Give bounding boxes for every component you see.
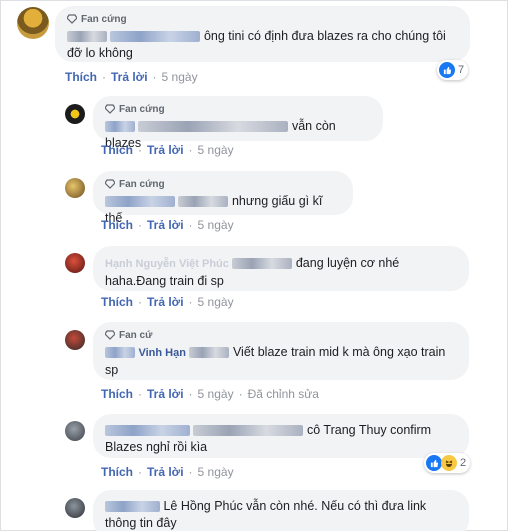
redacted-name [105, 347, 135, 359]
redacted-name [189, 347, 230, 359]
reply-link[interactable]: Trả lời [147, 143, 184, 157]
comment-bubble: Lê Hồng Phúc vẫn còn nhé. Nếu có thì đưa… [93, 490, 469, 531]
comment-actions: Thích · Trả lời · 5 ngày [101, 143, 234, 157]
badge-label: Fan cứ [119, 329, 153, 341]
avatar[interactable] [65, 178, 85, 198]
comment-text: haha.Đang train đi sp [105, 274, 224, 288]
redacted-name[interactable]: Hạnh Nguyễn Việt Phúc [105, 258, 229, 270]
diamond-icon [105, 104, 115, 114]
avatar[interactable] [65, 498, 85, 518]
redacted-name [105, 425, 190, 437]
timestamp[interactable]: 5 ngày [198, 387, 234, 401]
timestamp[interactable]: 5 ngày [198, 465, 234, 479]
diamond-icon [105, 330, 115, 340]
redacted-name [178, 196, 229, 208]
like-link[interactable]: Thích [101, 143, 133, 157]
timestamp[interactable]: 5 ngày [162, 70, 198, 84]
avatar[interactable] [65, 330, 85, 350]
comment-bubble: Hạnh Nguyễn Việt Phúc đang luyện cơ nhé … [93, 246, 469, 291]
comment-actions: Thích · Trả lời · 5 ngày · Đã chỉnh sửa [101, 387, 319, 401]
redacted-name [232, 258, 293, 270]
badge-label: Fan cứng [81, 13, 127, 25]
comment-text: đang luyện cơ nhé [295, 256, 400, 270]
comment-actions: Thích · Trả lời · 5 ngày [101, 218, 234, 232]
redacted-name [67, 31, 107, 43]
edited-label[interactable]: Đã chỉnh sửa [248, 387, 319, 401]
comment-thread: Fan cứng ông tini có định đưa blazes ra … [0, 0, 508, 531]
redacted-name [138, 121, 289, 133]
comment-actions: Thích · Trả lời · 5 ngày [101, 465, 234, 479]
timestamp[interactable]: 5 ngày [198, 295, 234, 309]
like-link[interactable]: Thích [101, 387, 133, 401]
fan-badge: Fan cứng [105, 177, 341, 191]
comment-bubble: Fan cứng vẫn còn blazes [93, 96, 383, 150]
diamond-icon [105, 179, 115, 189]
timestamp[interactable]: 5 ngày [198, 143, 234, 157]
reply-link[interactable]: Trả lời [147, 295, 184, 309]
reply-link[interactable]: Trả lời [147, 465, 184, 479]
reply-link[interactable]: Trả lời [147, 387, 184, 401]
like-reaction-icon [426, 455, 442, 471]
avatar[interactable] [65, 253, 85, 273]
avatar[interactable] [65, 421, 85, 441]
redacted-name [105, 501, 160, 513]
timestamp[interactable]: 5 ngày [198, 218, 234, 232]
comment-actions: Thích · Trả lời · 5 ngày [101, 295, 234, 309]
badge-label: Fan cứng [119, 103, 165, 115]
like-link[interactable]: Thích [101, 465, 133, 479]
reply-link[interactable]: Trả lời [147, 218, 184, 232]
comment-bubble: Fan cứng ông tini có định đưa blazes ra … [55, 6, 470, 62]
haha-reaction-icon [441, 455, 457, 471]
redacted-name [110, 31, 201, 43]
fan-badge: Fan cứ [105, 328, 457, 342]
redacted-name [105, 121, 135, 133]
reaction-count[interactable]: 7 [437, 60, 469, 80]
comment-actions: Thích · Trả lời · 5 ngày [65, 70, 198, 84]
like-link[interactable]: Thích [65, 70, 97, 84]
diamond-icon [67, 14, 77, 24]
redacted-name[interactable]: Vinh Hạn [138, 347, 185, 359]
comment-bubble: Fan cứ Vinh Hạn Viết blaze train mid k m… [93, 322, 469, 380]
comment-bubble: cô Trang Thuy confirm Blazes nghỉ rồi kì… [93, 414, 469, 458]
fan-badge: Fan cứng [67, 12, 458, 26]
comment-bubble: Fan cứng nhưng giấu gì kĩ thế [93, 171, 353, 225]
fan-badge: Fan cứng [105, 102, 371, 116]
like-reaction-icon [439, 62, 455, 78]
badge-label: Fan cứng [119, 178, 165, 190]
avatar[interactable] [17, 7, 49, 39]
reply-link[interactable]: Trả lời [111, 70, 148, 84]
redacted-name [105, 196, 175, 208]
redacted-name [193, 425, 304, 437]
like-link[interactable]: Thích [101, 218, 133, 232]
like-link[interactable]: Thích [101, 295, 133, 309]
avatar[interactable] [65, 104, 85, 124]
reaction-count[interactable]: 2 [424, 453, 471, 473]
